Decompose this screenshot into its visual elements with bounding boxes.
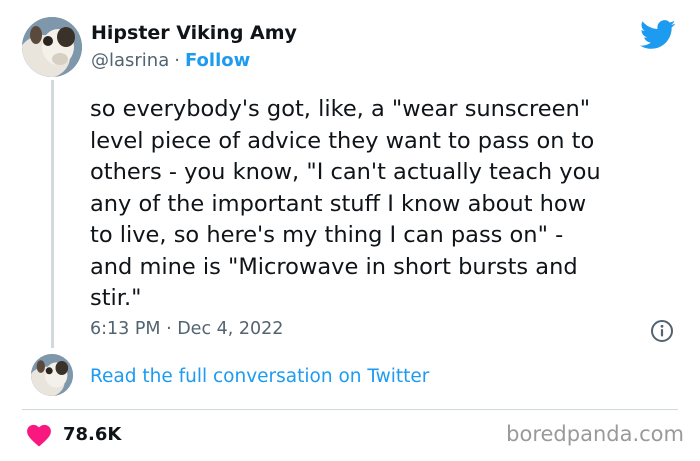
tweet-timestamp[interactable]: 6:13 PM · Dec 4, 2022 — [90, 319, 283, 339]
info-icon[interactable] — [650, 319, 674, 343]
author-name[interactable]: Hipster Viking Amy — [91, 22, 297, 44]
watermark: boredpanda.com — [506, 422, 684, 446]
author-handle-row: @lasrina · Follow — [91, 50, 250, 71]
twitter-bird-icon[interactable] — [640, 20, 676, 50]
dog-photo — [22, 17, 82, 77]
conversation-avatar[interactable] — [31, 354, 73, 396]
follow-button[interactable]: Follow — [185, 50, 250, 71]
thread-line — [51, 80, 54, 348]
dog-photo-small — [31, 354, 73, 396]
separator-dot: · — [174, 50, 180, 71]
like-count[interactable]: 78.6K — [63, 424, 121, 445]
tweet-text: so everybody's got, like, a "wear sunscr… — [90, 96, 601, 311]
author-handle[interactable]: @lasrina — [91, 50, 169, 71]
read-conversation-link[interactable]: Read the full conversation on Twitter — [90, 366, 429, 387]
heart-icon[interactable] — [26, 423, 52, 447]
author-avatar[interactable] — [22, 17, 82, 77]
divider — [22, 409, 678, 410]
